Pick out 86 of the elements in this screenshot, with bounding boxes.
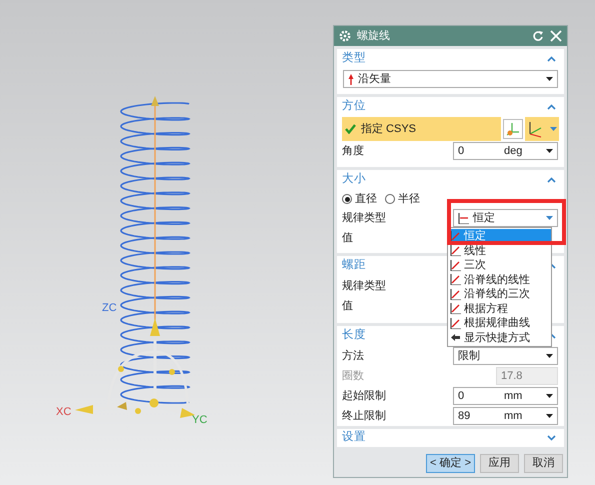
collapse-icon[interactable] [547,56,556,62]
radio-label: 半径 [398,192,420,207]
section-header[interactable]: 长度 [342,327,366,345]
dropdown-field[interactable]: 恒定 [453,209,558,227]
law-icon [450,288,461,300]
gear-icon [339,30,351,42]
law-icon [450,274,461,286]
field-value: 89 [458,408,472,424]
caret-icon [546,354,553,358]
axis-label: ZC [102,302,117,314]
caret-icon [546,149,553,153]
law-icon [458,212,469,224]
field-label: 角度 [342,144,364,159]
field-label: 起始限制 [342,388,386,404]
field-value: 限制 [458,348,481,364]
input-field[interactable]: 0 deg [453,142,558,160]
law-icon [450,318,461,329]
reset-icon[interactable] [532,30,544,42]
window-title: 螺旋线 [357,28,391,44]
field-label: 值 [342,298,353,314]
arrow-icon [348,74,354,84]
selector-label: 指定 CSYS [361,122,416,137]
left-arrow-icon [450,332,461,344]
law-icon [450,303,461,314]
option-label: 线性 [464,244,486,258]
dropdown-option[interactable]: 三次 [448,258,551,272]
section-header[interactable]: 方位 [342,98,366,116]
collapse-icon[interactable] [547,104,556,110]
field-value: 恒定 [473,210,496,226]
section-header[interactable]: 设置 [342,429,366,447]
dropdown-option[interactable]: 根据方程 [448,302,551,316]
field-label: 值 [342,230,353,246]
option-label: 三次 [464,258,486,273]
unit-label: mm [504,408,524,424]
radio-button[interactable] [385,194,395,204]
section-header[interactable]: 类型 [342,50,366,68]
dialog-button[interactable]: 取消 [524,454,563,473]
radio-label: 直径 [355,192,377,207]
law-icon [450,260,461,271]
expand-icon[interactable] [547,435,556,441]
caret-icon [550,127,557,131]
caret-icon [546,216,553,220]
option-label: 恒定 [464,228,486,244]
unit-label: mm [504,388,524,404]
option-label: 显示快捷方式 [464,330,530,346]
dialog-button[interactable]: < 确定 > [426,454,475,473]
csys-selector[interactable]: 指定 CSYS [342,117,501,141]
field-label: 方法 [342,348,364,364]
dropdown-option[interactable]: 沿脊线的三次 [448,287,551,302]
dropdown-option[interactable]: 沿脊线的线性 [448,272,551,287]
law-icon [450,245,461,256]
input-field[interactable]: 0 mm [453,387,558,405]
field-value: 0 [458,388,466,404]
close-icon[interactable] [550,30,562,42]
dropdown-option[interactable]: 线性 [448,244,551,258]
collapse-icon[interactable] [547,177,556,183]
input-field[interactable]: 89 mm [453,407,558,425]
dropdown-field[interactable]: 限制 [453,347,558,365]
field-label: 终止限制 [342,408,386,424]
radio-button[interactable] [342,194,352,204]
law-icon [450,230,461,242]
section-header[interactable]: 大小 [342,171,366,189]
caret-icon [546,77,553,81]
option-label: 根据规律曲线 [464,316,530,331]
caret-icon [546,414,553,418]
option-label: 根据方程 [464,302,508,316]
option-label: 沿脊线的线性 [464,272,530,288]
dropdown-option[interactable]: 根据规律曲线 [448,316,551,330]
axis-label: XC [56,406,72,418]
field-value: 沿矢量 [358,72,392,87]
field-value: 0 [458,144,466,159]
dialog-button[interactable]: 应用 [480,454,519,473]
axis-label: YC [192,414,208,426]
field-label: 规律类型 [342,278,386,294]
field-value: 17.8 [501,368,524,384]
dropdown-option[interactable]: 显示快捷方式 [448,330,551,345]
field-label: 圈数 [342,368,364,384]
csys-dialog-icon[interactable] [503,119,523,139]
dropdown-field[interactable]: 沿矢量 [343,70,558,88]
check-icon [345,124,356,134]
option-label: 沿脊线的三次 [464,287,530,302]
section-header[interactable]: 螺距 [342,257,366,275]
caret-icon [546,394,553,398]
field-label: 规律类型 [342,210,386,226]
csys-type-button[interactable] [525,117,559,141]
unit-label: deg [504,144,524,159]
